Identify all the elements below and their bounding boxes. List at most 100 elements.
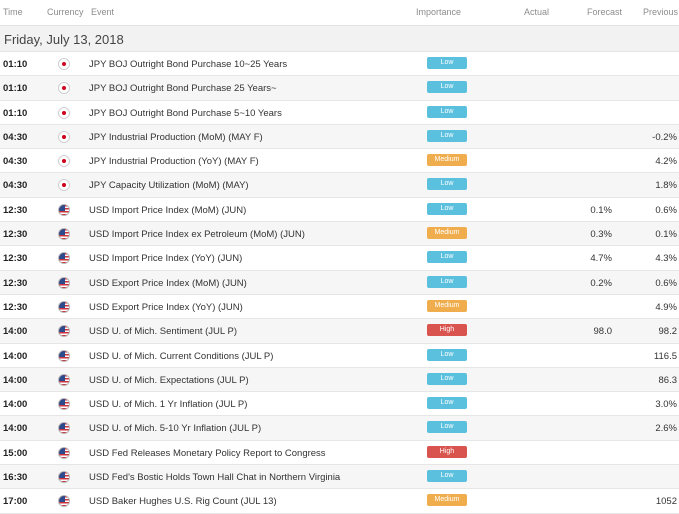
event-name[interactable]: JPY BOJ Outright Bond Purchase 5~10 Year… bbox=[89, 108, 282, 119]
importance-badge: Low bbox=[427, 105, 467, 118]
table-row[interactable]: 12:30 USD Import Price Index (MoM) (JUN) L… bbox=[0, 198, 679, 223]
importance-badge: Medium bbox=[427, 494, 467, 507]
table-row[interactable]: 15:00 USD Fed Releases Monetary Policy Re… bbox=[0, 441, 679, 466]
table-row[interactable]: 12:30 USD Import Price Index ex Petroleum… bbox=[0, 222, 679, 247]
event-name[interactable]: USD U. of Mich. 1 Yr Inflation (JUL P) bbox=[89, 399, 247, 410]
event-name[interactable]: USD Export Price Index (YoY) (JUN) bbox=[89, 302, 243, 313]
column-header-forecast: Forecast bbox=[587, 7, 623, 17]
table-row[interactable]: 16:30 USD Fed's Bostic Holds Town Hall Ch… bbox=[0, 465, 679, 490]
table-row[interactable]: 01:10 JPY BOJ Outright Bond Purchase 10~2… bbox=[0, 52, 679, 77]
event-time: 12:30 bbox=[3, 229, 28, 241]
event-name[interactable]: USD Import Price Index ex Petroleum (MoM… bbox=[89, 229, 305, 240]
event-name[interactable]: USD U. of Mich. Current Conditions (JUL … bbox=[89, 351, 273, 362]
forecast-value: 98.0 bbox=[593, 326, 613, 338]
event-time: 15:00 bbox=[3, 447, 28, 459]
table-row[interactable]: 04:30 JPY Capacity Utilization (MoM) (MAY… bbox=[0, 173, 679, 198]
event-name[interactable]: JPY Industrial Production (MoM) (MAY F) bbox=[89, 132, 263, 143]
table-row[interactable]: 14:00 USD U. of Mich. 5-10 Yr Inflation (… bbox=[0, 416, 679, 441]
table-header: Time Currency Event Importance Actual Fo… bbox=[0, 0, 679, 25]
japan-flag-icon bbox=[58, 58, 70, 70]
table-row[interactable]: 12:30 USD Export Price Index (YoY) (JUN) M… bbox=[0, 295, 679, 320]
event-time: 01:10 bbox=[3, 83, 28, 95]
japan-flag-icon bbox=[58, 106, 70, 119]
event-name[interactable]: USD Baker Hughes U.S. Rig Count (JUL 13) bbox=[89, 496, 277, 507]
us-flag-icon bbox=[58, 398, 70, 411]
importance-badge: Low bbox=[427, 178, 467, 191]
previous-value: 4.9% bbox=[655, 301, 677, 313]
us-flag-icon bbox=[58, 446, 70, 459]
column-header-actual: Actual bbox=[524, 7, 550, 17]
table-row[interactable]: 14:00 USD U. of Mich. Expectations (JUL P… bbox=[0, 367, 679, 393]
event-name[interactable]: USD U. of Mich. Sentiment (JUL P) bbox=[89, 326, 237, 337]
table-row[interactable]: 01:10 JPY BOJ Outright Bond Purchase 25 Y… bbox=[0, 76, 679, 101]
event-time: 12:30 bbox=[3, 253, 28, 265]
event-name[interactable]: JPY BOJ Outright Bond Purchase 25 Years~ bbox=[89, 83, 277, 94]
japan-flag-icon bbox=[58, 130, 70, 143]
us-flag-icon bbox=[58, 203, 70, 216]
event-name[interactable]: USD Fed's Bostic Holds Town Hall Chat in… bbox=[89, 472, 340, 483]
column-header-importance: Importance bbox=[416, 7, 462, 17]
us-flag-icon bbox=[58, 349, 70, 362]
event-time: 14:00 bbox=[3, 399, 28, 411]
previous-value: 0.1% bbox=[655, 229, 677, 241]
importance-badge: Medium bbox=[427, 227, 467, 240]
event-time: 04:30 bbox=[3, 131, 28, 143]
importance-badge: Low bbox=[427, 348, 467, 361]
table-row[interactable]: 17:00 USD Baker Hughes U.S. Rig Count (JU… bbox=[0, 489, 679, 514]
previous-value: 4.3% bbox=[655, 253, 677, 265]
event-name[interactable]: USD Fed Releases Monetary Policy Report … bbox=[89, 448, 326, 459]
event-time: 16:30 bbox=[3, 472, 28, 484]
table-row[interactable]: 12:30 USD Export Price Index (MoM) (JUN) L… bbox=[0, 270, 679, 295]
previous-value: 86.3 bbox=[658, 374, 678, 386]
event-name[interactable]: JPY Industrial Production (YoY) (MAY F) bbox=[89, 156, 259, 167]
importance-badge: Medium bbox=[427, 299, 467, 312]
importance-badge: Low bbox=[427, 470, 467, 483]
event-time: 14:00 bbox=[3, 350, 28, 362]
event-name[interactable]: USD Import Price Index (YoY) (JUN) bbox=[89, 253, 242, 264]
event-name[interactable]: USD Import Price Index (MoM) (JUN) bbox=[89, 205, 246, 216]
importance-badge: High bbox=[427, 324, 467, 337]
us-flag-icon bbox=[58, 252, 70, 265]
event-name[interactable]: USD U. of Mich. 5-10 Yr Inflation (JUL P… bbox=[89, 423, 261, 434]
us-flag-icon bbox=[58, 228, 70, 241]
us-flag-icon bbox=[58, 422, 70, 435]
column-header-previous: Previous bbox=[643, 7, 679, 17]
table-row[interactable]: 14:00 USD U. of Mich. Sentiment (JUL P) Hi… bbox=[0, 319, 679, 344]
importance-badge: High bbox=[427, 445, 467, 458]
us-flag-icon bbox=[58, 373, 70, 386]
event-time: 14:00 bbox=[3, 423, 28, 435]
event-time: 01:10 bbox=[3, 107, 28, 119]
us-flag-icon bbox=[58, 300, 70, 313]
previous-value: -0.2% bbox=[652, 131, 677, 143]
previous-value: 0.6% bbox=[655, 204, 677, 216]
table-row[interactable]: 14:00 USD U. of Mich. Current Conditions … bbox=[0, 344, 679, 368]
table-row[interactable]: 01:10 JPY BOJ Outright Bond Purchase 5~10… bbox=[0, 101, 679, 125]
table-row[interactable]: 04:30 JPY Industrial Production (YoY) (MA… bbox=[0, 149, 679, 174]
importance-badge: Low bbox=[427, 129, 467, 142]
column-header-event: Event bbox=[91, 7, 115, 17]
importance-badge: Low bbox=[427, 421, 467, 434]
event-name[interactable]: USD Export Price Index (MoM) (JUN) bbox=[89, 278, 247, 289]
table-row[interactable]: 14:00 USD U. of Mich. 1 Yr Inflation (JUL… bbox=[0, 392, 679, 417]
column-header-currency: Currency bbox=[47, 7, 84, 17]
event-name[interactable]: JPY BOJ Outright Bond Purchase 10~25 Yea… bbox=[89, 59, 287, 70]
importance-badge: Low bbox=[427, 57, 467, 69]
event-time: 04:30 bbox=[3, 180, 28, 192]
previous-value: 4.2% bbox=[655, 156, 677, 168]
event-name[interactable]: USD U. of Mich. Expectations (JUL P) bbox=[89, 375, 249, 386]
event-time: 14:00 bbox=[3, 326, 28, 338]
event-time: 01:10 bbox=[3, 59, 28, 70]
date-label: Friday, July 13, 2018 bbox=[4, 32, 124, 47]
us-flag-icon bbox=[58, 276, 70, 289]
table-row[interactable]: 04:30 JPY Industrial Production (MoM) (MA… bbox=[0, 124, 679, 150]
event-time: 12:30 bbox=[3, 277, 28, 289]
column-header-time: Time bbox=[3, 7, 23, 17]
event-time: 14:00 bbox=[3, 374, 28, 386]
previous-value: 3.0% bbox=[655, 399, 677, 411]
us-flag-icon bbox=[58, 325, 70, 338]
previous-value: 2.6% bbox=[655, 423, 677, 435]
table-row[interactable]: 12:30 USD Import Price Index (YoY) (JUN) L… bbox=[0, 246, 679, 271]
event-name[interactable]: JPY Capacity Utilization (MoM) (MAY) bbox=[89, 180, 249, 191]
previous-value: 0.6% bbox=[655, 277, 677, 289]
importance-badge: Low bbox=[427, 81, 467, 94]
